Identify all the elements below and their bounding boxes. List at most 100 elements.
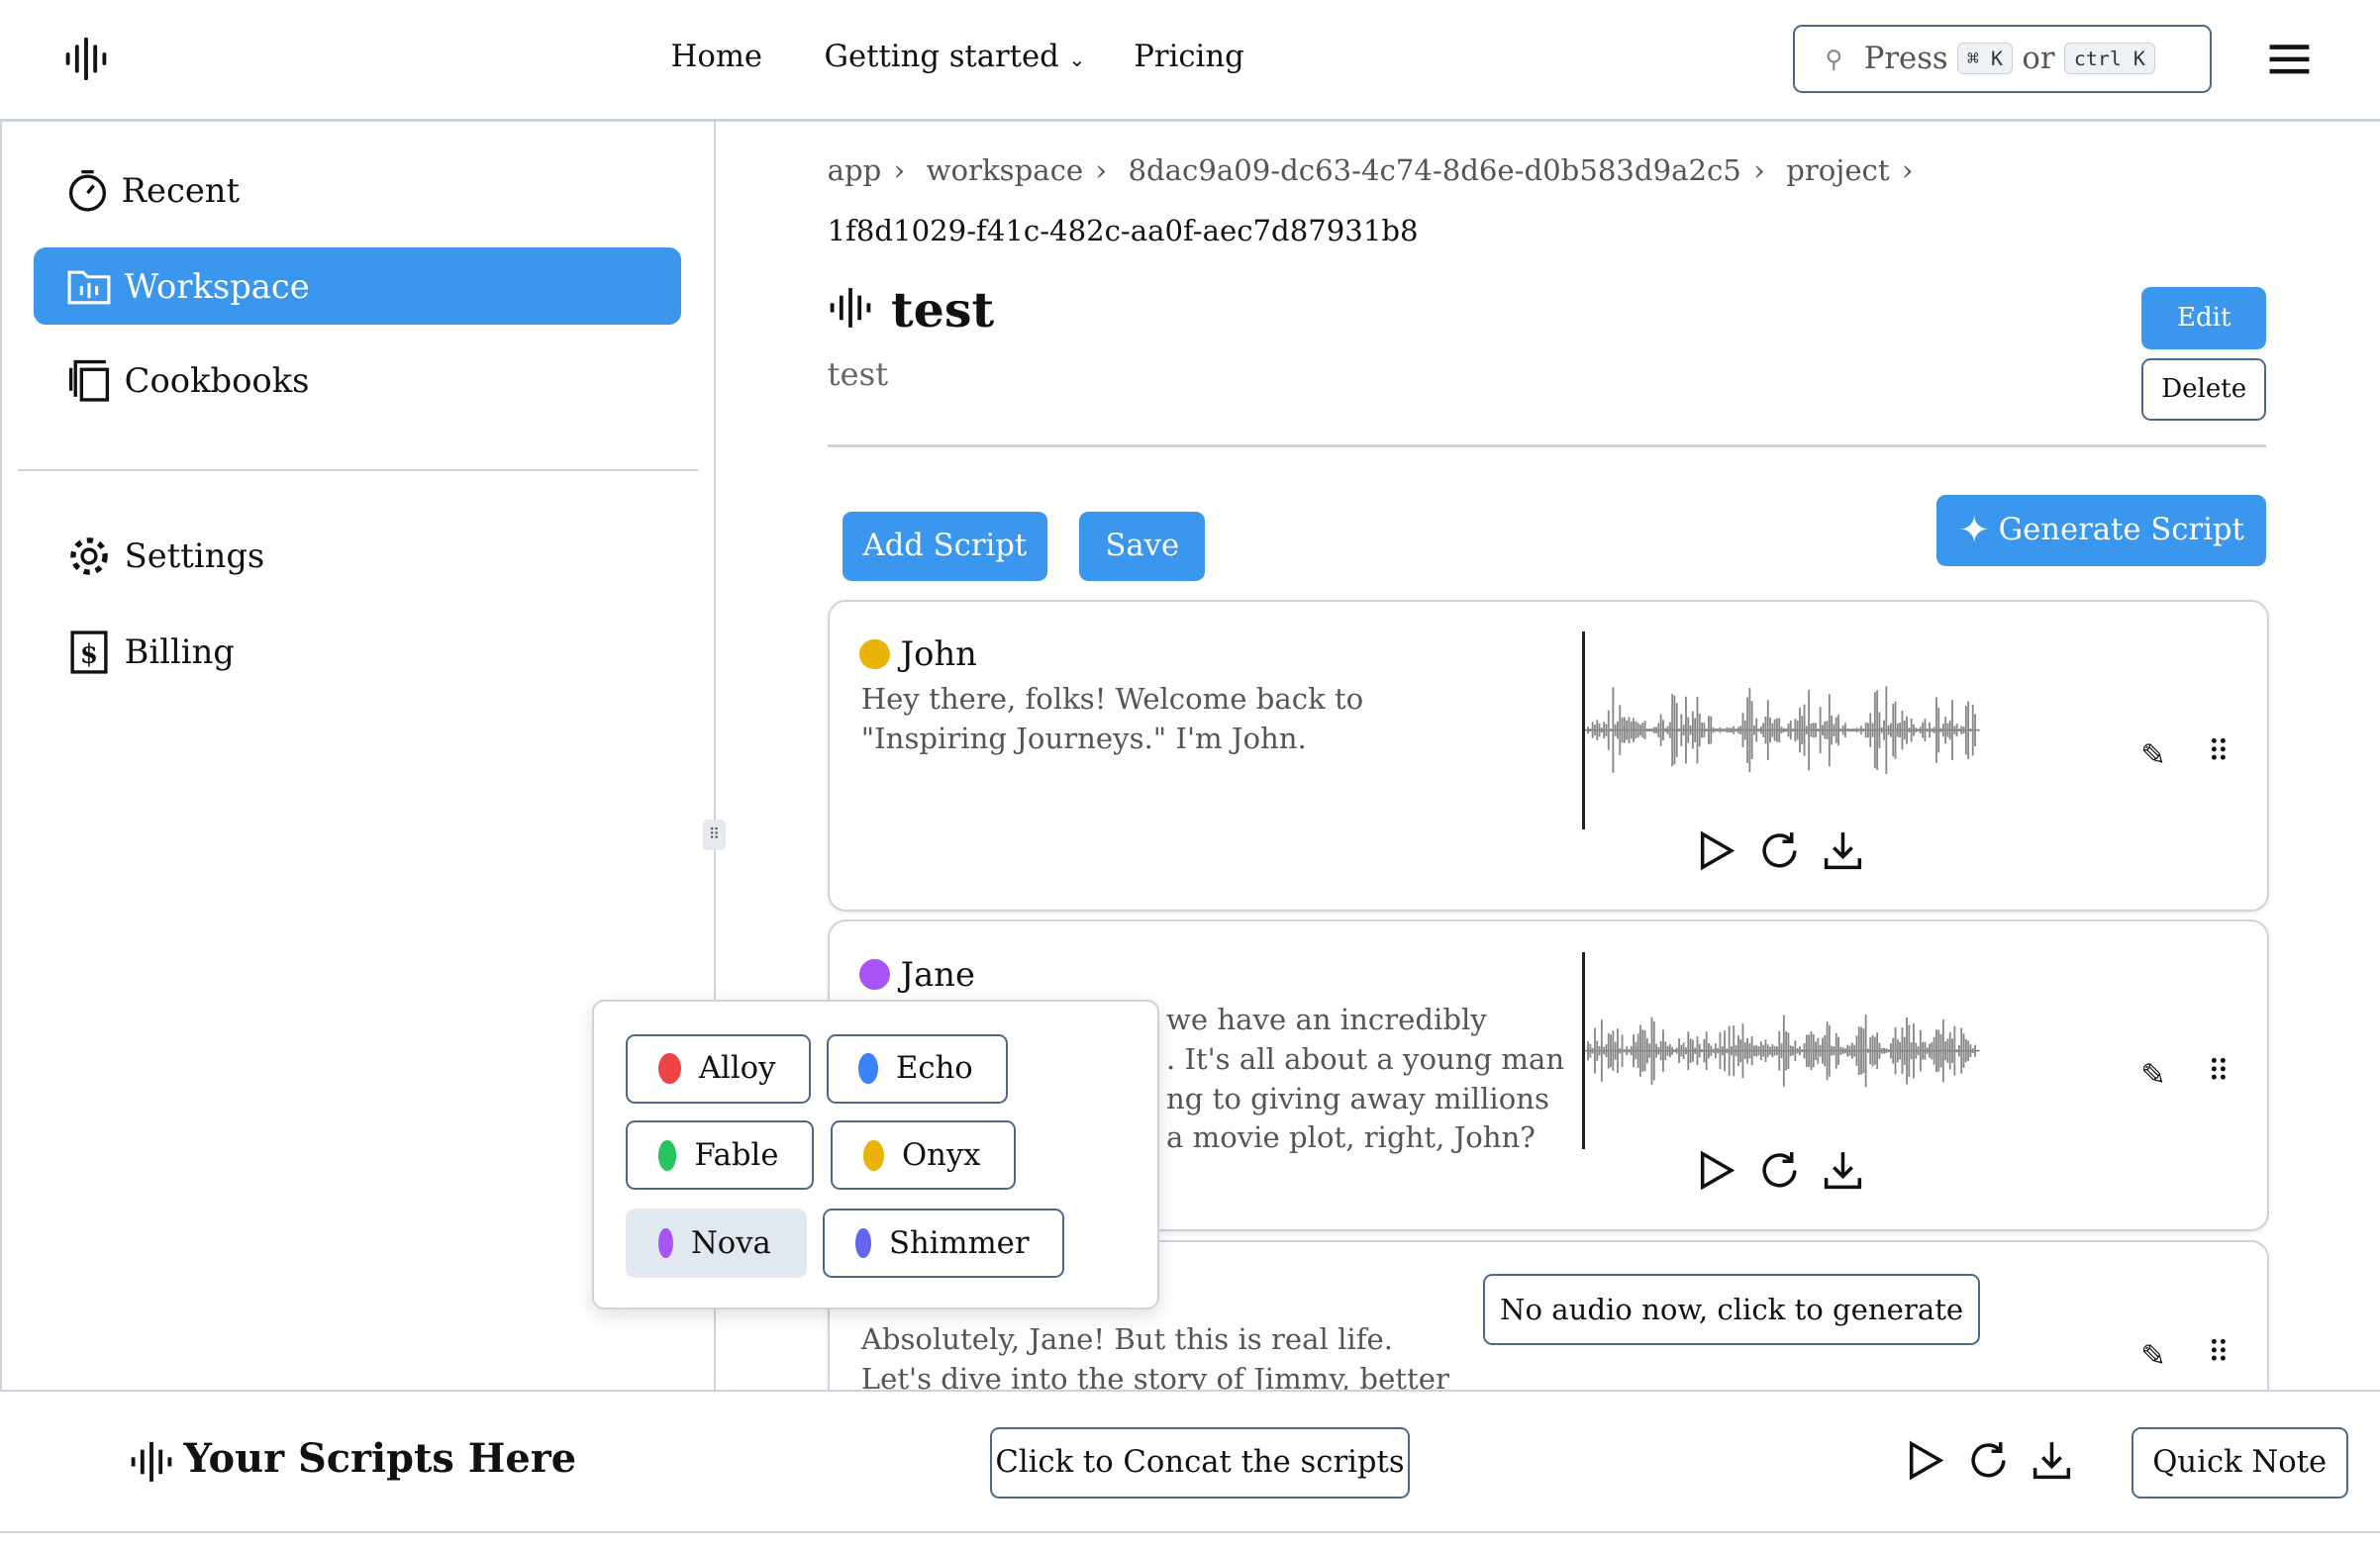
footer-title: Your Scripts Here <box>183 1435 577 1482</box>
voice-color-dot <box>657 1053 681 1085</box>
script-text[interactable]: we have an incredibly . It's all about a … <box>1165 1001 1565 1158</box>
nav-label: Getting started <box>824 39 1059 74</box>
voice-option-fable[interactable]: Fable <box>626 1119 815 1191</box>
audio-controls <box>1695 829 1865 872</box>
search-button[interactable]: ⚲ Press ⌘ K or ctrl K <box>1792 24 2212 93</box>
speaker-color-dot <box>859 959 890 990</box>
generate-label: Generate Script <box>1998 513 2244 548</box>
speaker-color-dot <box>859 638 890 670</box>
chevron-right-icon: › <box>1753 152 1765 187</box>
drag-handle-icon[interactable]: ⠿ <box>2208 735 2230 770</box>
waveform-icon <box>131 1442 172 1482</box>
voice-picker-popover: Alloy Echo Fable Onyx Nova Shimmer <box>591 1000 1160 1310</box>
stopwatch-icon <box>69 170 107 213</box>
search-icon: ⚲ <box>1825 44 1843 73</box>
svg-text:$: $ <box>80 639 98 669</box>
play-icon[interactable] <box>1695 1149 1737 1192</box>
voice-color-dot <box>657 1227 673 1259</box>
generate-script-button[interactable]: ✦ Generate Script <box>1936 494 2267 566</box>
breadcrumb-project[interactable]: project <box>1786 153 1889 187</box>
nav-getting-started[interactable]: Getting started ⌄ <box>825 40 1086 74</box>
sidebar-item-billing[interactable]: $ Billing <box>34 613 682 690</box>
text-line: a movie plot, right, John? <box>1165 1120 1536 1155</box>
voice-option-alloy[interactable]: Alloy <box>626 1033 812 1105</box>
kbd-cmd-k: ⌘ K <box>1956 43 2014 74</box>
edit-button[interactable]: Edit <box>2141 286 2267 349</box>
drag-handle-icon[interactable]: ⠿ <box>2208 1336 2230 1371</box>
sidebar-item-cookbooks[interactable]: Cookbooks <box>34 341 682 419</box>
chevron-right-icon: › <box>1095 152 1108 187</box>
concat-scripts-button[interactable]: Click to Concat the scripts <box>989 1426 1411 1499</box>
voice-color-dot <box>657 1139 677 1171</box>
edit-icon[interactable]: ✎ <box>2140 738 2166 773</box>
breadcrumb-workspace[interactable]: workspace <box>927 153 1084 187</box>
sidebar-item-workspace[interactable]: Workspace <box>33 246 682 326</box>
download-icon[interactable] <box>2031 1439 2073 1482</box>
regenerate-icon[interactable] <box>1758 829 1801 872</box>
speaker-name[interactable]: John <box>859 634 977 673</box>
play-icon[interactable] <box>1695 829 1737 872</box>
receipt-dollar-icon: $ <box>70 630 108 674</box>
folder-icon <box>67 270 111 305</box>
resize-handle[interactable]: ⠿ <box>702 819 726 850</box>
sidebar-item-label: Workspace <box>124 266 310 306</box>
download-icon[interactable] <box>1822 829 1864 872</box>
nav-pricing[interactable]: Pricing <box>1134 40 1243 74</box>
edit-icon[interactable]: ✎ <box>2140 1058 2166 1093</box>
sidebar-item-label: Billing <box>124 632 235 671</box>
script-text[interactable]: Hey there, folks! Welcome back to "Inspi… <box>861 680 1514 759</box>
text-line: ng to giving away millions <box>1165 1081 1549 1115</box>
voice-color-dot <box>855 1227 871 1259</box>
quick-note-button[interactable]: Quick Note <box>2131 1426 2348 1499</box>
delete-button[interactable]: Delete <box>2141 357 2267 421</box>
breadcrumb-app[interactable]: app <box>828 153 882 187</box>
speaker-label: John <box>900 634 977 674</box>
project-title: test <box>890 280 995 339</box>
voice-label: Echo <box>896 1051 973 1087</box>
sidebar-item-label: Cookbooks <box>124 360 310 400</box>
search-press: Press <box>1863 41 1948 76</box>
voice-label: Fable <box>694 1137 779 1173</box>
footer-bar: Your Scripts Here Click to Concat the sc… <box>0 1390 2380 1534</box>
voice-color-dot <box>858 1053 878 1085</box>
voice-option-echo[interactable]: Echo <box>826 1033 1009 1105</box>
breadcrumb: app › workspace › 8dac9a09-dc63-4c74-8d6e-… <box>828 153 1914 187</box>
voice-color-dot <box>862 1139 884 1171</box>
speaker-label: Jane <box>900 954 975 994</box>
download-icon[interactable] <box>1822 1149 1864 1192</box>
sidebar-item-recent[interactable]: Recent <box>34 151 682 229</box>
project-description: test <box>827 354 889 393</box>
nav-home[interactable]: Home <box>671 40 762 74</box>
speaker-name[interactable]: Jane <box>859 955 975 994</box>
drag-handle-icon[interactable]: ⠿ <box>2208 1055 2230 1090</box>
waveform <box>1582 631 1980 829</box>
breadcrumb-project-id: 1f8d1029-f41c-482c-aa0f-aec7d87931b8 <box>827 214 1419 248</box>
header-divider <box>0 118 2380 122</box>
voice-option-shimmer[interactable]: Shimmer <box>823 1208 1065 1279</box>
search-or: or <box>2022 41 2055 76</box>
sparkles-icon: ✦ <box>1958 509 1990 552</box>
regenerate-icon[interactable] <box>1758 1149 1801 1192</box>
hamburger-menu-icon[interactable] <box>2268 43 2311 76</box>
chevron-down-icon: ⌄ <box>1068 48 1086 71</box>
add-script-button[interactable]: Add Script <box>842 511 1047 582</box>
sidebar-item-settings[interactable]: Settings <box>34 518 682 595</box>
text-line: . It's all about a young man <box>1165 1041 1565 1076</box>
play-icon[interactable] <box>1904 1439 1946 1482</box>
chevron-right-icon: › <box>1901 152 1914 187</box>
regenerate-icon[interactable] <box>1967 1439 2010 1482</box>
waveform-icon <box>830 288 870 329</box>
logo-waveform-icon <box>66 38 107 81</box>
voice-label: Nova <box>690 1225 771 1261</box>
title-divider <box>827 444 2267 447</box>
voice-option-onyx[interactable]: Onyx <box>831 1119 1017 1191</box>
edit-icon[interactable]: ✎ <box>2140 1339 2166 1374</box>
sidebar-item-label: Recent <box>121 170 241 210</box>
voice-option-nova[interactable]: Nova <box>626 1208 807 1279</box>
waveform <box>1582 951 1980 1150</box>
generate-audio-button[interactable]: No audio now, click to generate <box>1483 1273 1980 1345</box>
save-button[interactable]: Save <box>1079 511 1206 582</box>
breadcrumb-workspace-id[interactable]: 8dac9a09-dc63-4c74-8d6e-d0b583d9a2c5 <box>1128 153 1740 187</box>
left-border <box>0 121 2 1397</box>
voice-label: Alloy <box>698 1051 776 1087</box>
